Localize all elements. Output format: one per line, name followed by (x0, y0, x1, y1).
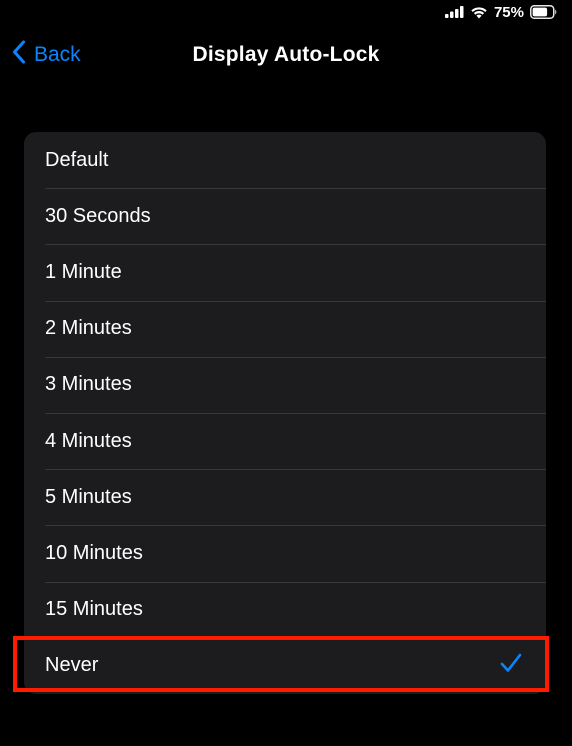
battery-icon (530, 5, 558, 19)
checkmark-icon (500, 653, 522, 679)
navigation-bar: Back Display Auto-Lock (0, 36, 572, 76)
option-label: 1 Minute (45, 260, 122, 283)
cellular-signal-icon (444, 6, 464, 18)
auto-lock-options-list: Default 30 Seconds 1 Minute 2 Minutes 3 … (24, 132, 546, 694)
option-label: 15 Minutes (45, 598, 143, 621)
option-label: 10 Minutes (45, 541, 143, 564)
option-30-seconds[interactable]: 30 Seconds (24, 188, 546, 244)
option-label: 4 Minutes (45, 429, 132, 452)
option-1-minute[interactable]: 1 Minute (24, 244, 546, 300)
option-2-minutes[interactable]: 2 Minutes (24, 300, 546, 357)
option-label: Never (45, 654, 99, 677)
option-label: 2 Minutes (45, 317, 132, 340)
option-5-minutes[interactable]: 5 Minutes (24, 469, 546, 525)
option-label: 5 Minutes (45, 485, 132, 508)
option-4-minutes[interactable]: 4 Minutes (24, 412, 546, 469)
option-never[interactable]: Never (24, 637, 546, 694)
option-default[interactable]: Default (24, 132, 546, 188)
page-title: Display Auto-Lock (192, 43, 380, 66)
option-15-minutes[interactable]: 15 Minutes (24, 581, 546, 638)
wifi-icon (470, 6, 488, 19)
status-bar: 75% (444, 0, 572, 24)
option-10-minutes[interactable]: 10 Minutes (24, 525, 546, 581)
option-3-minutes[interactable]: 3 Minutes (24, 356, 546, 413)
option-label: 30 Seconds (45, 204, 151, 227)
option-label: 3 Minutes (45, 373, 132, 396)
battery-percent: 75% (493, 3, 524, 21)
option-label: Default (45, 148, 109, 171)
